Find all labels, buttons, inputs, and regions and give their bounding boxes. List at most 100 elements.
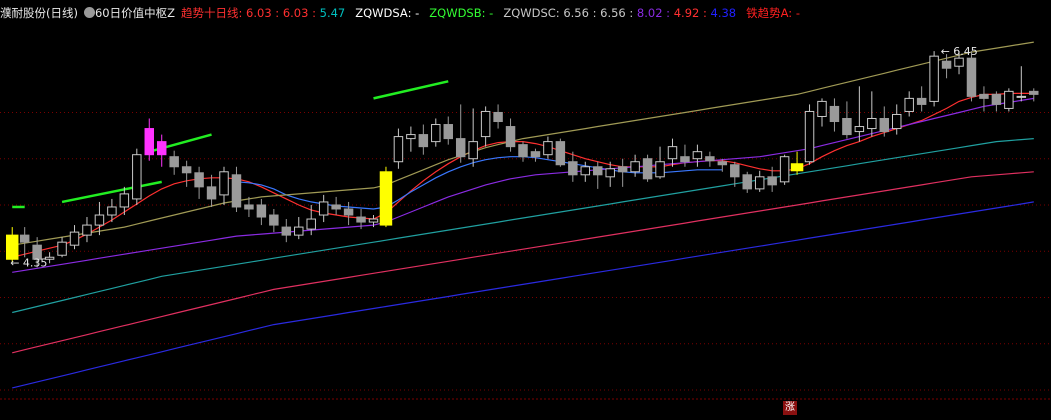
indicator-label: 趋势十日线: — [181, 6, 247, 20]
candle-body — [966, 57, 977, 97]
candle-body — [904, 97, 914, 112]
candle-body — [107, 206, 117, 216]
candle-body — [680, 156, 690, 163]
candle-body — [156, 141, 167, 156]
candle-body — [991, 93, 1002, 105]
indicator-value: 6.56 : — [563, 6, 601, 20]
candle-body — [543, 141, 553, 156]
candle-body — [244, 204, 254, 210]
candle-body — [954, 57, 964, 67]
indicator-value: - — [795, 6, 800, 20]
candle-body — [480, 110, 491, 138]
indicator-value: 8.02 : — [636, 6, 674, 20]
candle-body — [431, 124, 441, 143]
candle-body — [767, 176, 777, 186]
indicator-value: 6.56 : — [600, 6, 637, 20]
candle-body — [256, 204, 267, 218]
gear-icon[interactable] — [83, 7, 95, 18]
rise-badge[interactable]: 涨 — [783, 401, 797, 415]
candle-body — [455, 138, 466, 158]
indicator-header: 濮耐股份(日线) 60日价值中枢Z 趋势十日线: 6.03 : 6.03 : 5.4… — [0, 0, 1051, 26]
indicator-value: 4.92 : — [673, 6, 711, 20]
candle-body — [281, 226, 292, 236]
candle-body — [568, 161, 578, 176]
candle-body — [393, 136, 404, 163]
candle-body — [206, 186, 217, 200]
candle-body — [318, 201, 329, 216]
candle-body — [854, 126, 865, 133]
candle-body — [443, 124, 453, 140]
indicator-line — [12, 92, 1034, 258]
candle-body — [406, 134, 416, 140]
candle-body — [717, 161, 728, 166]
candle-body — [468, 141, 478, 160]
candle-body — [306, 218, 316, 230]
candle-body — [642, 158, 653, 180]
candle-body — [605, 168, 615, 178]
high-price-label: ← 6.45 — [941, 45, 978, 58]
candle-body — [530, 151, 541, 158]
candle-body — [493, 111, 503, 123]
candle-body — [617, 166, 628, 173]
candle-body — [1004, 90, 1014, 109]
footer-strip — [0, 399, 1051, 420]
stock-title[interactable]: 濮耐股份(日线) — [0, 6, 78, 20]
candle-body — [19, 234, 30, 243]
candle-body — [119, 193, 130, 208]
trend-segment — [373, 80, 449, 100]
candle-body — [655, 161, 665, 178]
candle-body — [916, 97, 927, 105]
candle-body — [169, 156, 179, 168]
candle-body — [779, 156, 790, 183]
candle-body — [379, 171, 393, 226]
candle-body — [692, 151, 703, 160]
candle-body — [879, 117, 890, 133]
candle-body — [343, 208, 354, 216]
candle-body — [979, 93, 989, 99]
candle-body — [356, 216, 366, 223]
candle-body — [194, 172, 204, 188]
candle-body — [418, 134, 429, 148]
indicator-line — [12, 201, 1034, 389]
candle-body — [94, 214, 105, 226]
indicator-values: 趋势十日线: 6.03 : 6.03 : 5.47 ZQWDSA: - ZQWDSB… — [181, 6, 810, 20]
indicator-title[interactable]: 60日价值中枢Z — [95, 6, 175, 20]
candle-body — [505, 126, 516, 148]
candle-body — [667, 146, 678, 160]
indicator-label: 铁趋势A: — [746, 6, 796, 20]
indicator-value: 4.38 — [710, 6, 737, 20]
indicator-line — [12, 171, 1034, 354]
candle-body — [269, 214, 279, 226]
candlestick-chart[interactable]: ← 4.35 ← 6.45 — [0, 0, 1051, 420]
candle-body — [867, 117, 877, 130]
candle-body — [754, 176, 765, 190]
indicator-value: 5.47 — [319, 6, 346, 20]
candle-body — [132, 154, 142, 200]
candle-body — [1016, 95, 1027, 98]
candle-body — [817, 100, 827, 117]
indicator-value: - — [415, 6, 420, 20]
candle-body — [580, 166, 591, 176]
candle-body — [331, 204, 341, 210]
low-price-label: ← 4.35 — [10, 256, 47, 269]
candle-body — [705, 156, 715, 162]
candle-body — [219, 171, 229, 196]
candle-body — [555, 141, 566, 166]
candle-body — [518, 144, 528, 158]
indicator-label: ZQWDSC: — [503, 6, 564, 20]
indicator-label: ZQWDSA: — [355, 6, 416, 20]
indicator-value: - — [489, 6, 494, 20]
candle-body — [294, 226, 304, 236]
candle-body — [368, 218, 379, 223]
candle-body — [181, 166, 192, 174]
candle-body — [829, 105, 840, 123]
indicator-label: ZQWDSB: — [429, 6, 490, 20]
candle-body — [1029, 90, 1039, 95]
candle-body — [57, 241, 67, 256]
candle-body — [69, 231, 80, 246]
candle-body — [630, 161, 640, 173]
candle-body — [941, 60, 952, 69]
candle-body — [842, 117, 852, 136]
indicator-value: 6.03 : — [246, 6, 283, 20]
candle-body — [730, 164, 740, 178]
